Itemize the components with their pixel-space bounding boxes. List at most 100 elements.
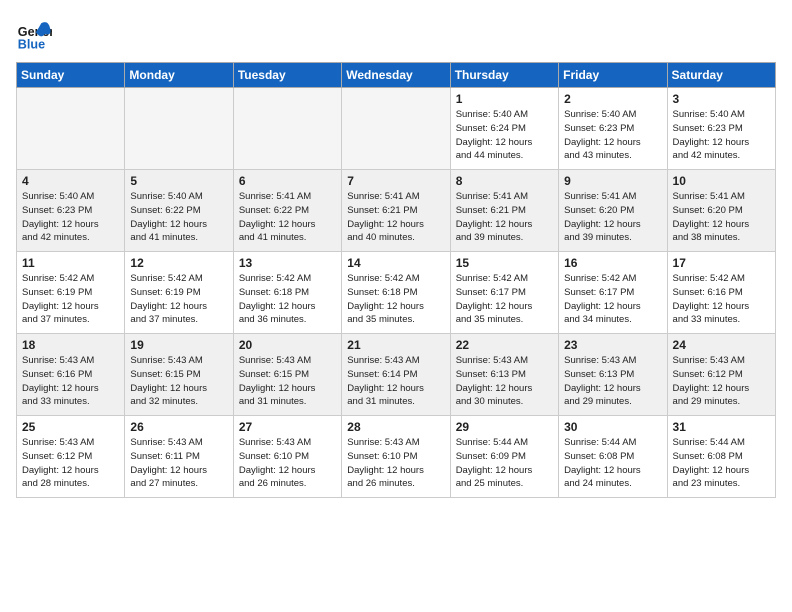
day-number: 26	[130, 420, 227, 434]
calendar-cell	[17, 88, 125, 170]
day-info: Sunrise: 5:43 AMSunset: 6:12 PMDaylight:…	[22, 436, 119, 491]
col-header-wednesday: Wednesday	[342, 63, 450, 88]
calendar-cell: 21 Sunrise: 5:43 AMSunset: 6:14 PMDayligh…	[342, 334, 450, 416]
calendar-cell	[342, 88, 450, 170]
day-number: 14	[347, 256, 444, 270]
day-info: Sunrise: 5:41 AMSunset: 6:22 PMDaylight:…	[239, 190, 336, 245]
day-info: Sunrise: 5:40 AMSunset: 6:23 PMDaylight:…	[22, 190, 119, 245]
calendar-cell: 17 Sunrise: 5:42 AMSunset: 6:16 PMDayligh…	[667, 252, 775, 334]
day-number: 11	[22, 256, 119, 270]
calendar-cell: 18 Sunrise: 5:43 AMSunset: 6:16 PMDayligh…	[17, 334, 125, 416]
logo-icon: General Blue	[16, 16, 52, 52]
day-number: 27	[239, 420, 336, 434]
col-header-tuesday: Tuesday	[233, 63, 341, 88]
svg-text:Blue: Blue	[18, 37, 45, 51]
col-header-thursday: Thursday	[450, 63, 558, 88]
day-info: Sunrise: 5:44 AMSunset: 6:08 PMDaylight:…	[673, 436, 770, 491]
calendar-cell: 15 Sunrise: 5:42 AMSunset: 6:17 PMDayligh…	[450, 252, 558, 334]
day-info: Sunrise: 5:43 AMSunset: 6:16 PMDaylight:…	[22, 354, 119, 409]
calendar-cell	[233, 88, 341, 170]
calendar-cell: 26 Sunrise: 5:43 AMSunset: 6:11 PMDayligh…	[125, 416, 233, 498]
day-info: Sunrise: 5:40 AMSunset: 6:23 PMDaylight:…	[564, 108, 661, 163]
day-info: Sunrise: 5:42 AMSunset: 6:18 PMDaylight:…	[347, 272, 444, 327]
day-number: 16	[564, 256, 661, 270]
calendar-cell: 14 Sunrise: 5:42 AMSunset: 6:18 PMDayligh…	[342, 252, 450, 334]
calendar-cell: 4 Sunrise: 5:40 AMSunset: 6:23 PMDaylight…	[17, 170, 125, 252]
page-header: General Blue	[16, 16, 776, 52]
calendar-cell: 16 Sunrise: 5:42 AMSunset: 6:17 PMDayligh…	[559, 252, 667, 334]
calendar-cell: 2 Sunrise: 5:40 AMSunset: 6:23 PMDaylight…	[559, 88, 667, 170]
logo: General Blue	[16, 16, 52, 52]
calendar-cell: 1 Sunrise: 5:40 AMSunset: 6:24 PMDaylight…	[450, 88, 558, 170]
day-info: Sunrise: 5:43 AMSunset: 6:14 PMDaylight:…	[347, 354, 444, 409]
day-info: Sunrise: 5:41 AMSunset: 6:21 PMDaylight:…	[456, 190, 553, 245]
calendar-cell: 12 Sunrise: 5:42 AMSunset: 6:19 PMDayligh…	[125, 252, 233, 334]
day-info: Sunrise: 5:42 AMSunset: 6:17 PMDaylight:…	[564, 272, 661, 327]
day-number: 4	[22, 174, 119, 188]
day-info: Sunrise: 5:42 AMSunset: 6:16 PMDaylight:…	[673, 272, 770, 327]
calendar-cell: 23 Sunrise: 5:43 AMSunset: 6:13 PMDayligh…	[559, 334, 667, 416]
day-info: Sunrise: 5:43 AMSunset: 6:13 PMDaylight:…	[564, 354, 661, 409]
day-number: 2	[564, 92, 661, 106]
day-info: Sunrise: 5:43 AMSunset: 6:10 PMDaylight:…	[239, 436, 336, 491]
day-info: Sunrise: 5:44 AMSunset: 6:08 PMDaylight:…	[564, 436, 661, 491]
col-header-saturday: Saturday	[667, 63, 775, 88]
day-info: Sunrise: 5:44 AMSunset: 6:09 PMDaylight:…	[456, 436, 553, 491]
calendar-cell: 8 Sunrise: 5:41 AMSunset: 6:21 PMDaylight…	[450, 170, 558, 252]
day-number: 7	[347, 174, 444, 188]
day-info: Sunrise: 5:42 AMSunset: 6:19 PMDaylight:…	[130, 272, 227, 327]
col-header-friday: Friday	[559, 63, 667, 88]
calendar-cell: 3Sunrise: 5:40 AMSunset: 6:23 PMDaylight…	[667, 88, 775, 170]
day-info: Sunrise: 5:42 AMSunset: 6:18 PMDaylight:…	[239, 272, 336, 327]
day-info: Sunrise: 5:40 AMSunset: 6:23 PMDaylight:…	[673, 108, 770, 163]
day-info: Sunrise: 5:41 AMSunset: 6:20 PMDaylight:…	[564, 190, 661, 245]
day-number: 24	[673, 338, 770, 352]
day-number: 23	[564, 338, 661, 352]
day-info: Sunrise: 5:43 AMSunset: 6:12 PMDaylight:…	[673, 354, 770, 409]
day-number: 6	[239, 174, 336, 188]
calendar-cell: 25 Sunrise: 5:43 AMSunset: 6:12 PMDayligh…	[17, 416, 125, 498]
calendar-cell: 20Sunrise: 5:43 AMSunset: 6:15 PMDayligh…	[233, 334, 341, 416]
day-number: 9	[564, 174, 661, 188]
day-number: 18	[22, 338, 119, 352]
calendar-cell: 9 Sunrise: 5:41 AMSunset: 6:20 PMDaylight…	[559, 170, 667, 252]
day-number: 5	[130, 174, 227, 188]
day-number: 10	[673, 174, 770, 188]
calendar-cell: 7 Sunrise: 5:41 AMSunset: 6:21 PMDaylight…	[342, 170, 450, 252]
calendar-cell: 10 Sunrise: 5:41 AMSunset: 6:20 PMDayligh…	[667, 170, 775, 252]
calendar-cell: 30Sunrise: 5:44 AMSunset: 6:08 PMDayligh…	[559, 416, 667, 498]
day-info: Sunrise: 5:42 AMSunset: 6:19 PMDaylight:…	[22, 272, 119, 327]
day-number: 25	[22, 420, 119, 434]
calendar-cell: 6 Sunrise: 5:41 AMSunset: 6:22 PMDaylight…	[233, 170, 341, 252]
day-info: Sunrise: 5:43 AMSunset: 6:10 PMDaylight:…	[347, 436, 444, 491]
day-number: 31	[673, 420, 770, 434]
calendar-cell: 31 Sunrise: 5:44 AMSunset: 6:08 PMDayligh…	[667, 416, 775, 498]
calendar-cell: 19 Sunrise: 5:43 AMSunset: 6:15 PMDayligh…	[125, 334, 233, 416]
calendar-cell: 22Sunrise: 5:43 AMSunset: 6:13 PMDayligh…	[450, 334, 558, 416]
day-number: 29	[456, 420, 553, 434]
calendar-cell: 11 Sunrise: 5:42 AMSunset: 6:19 PMDayligh…	[17, 252, 125, 334]
day-number: 8	[456, 174, 553, 188]
calendar-cell: 28Sunrise: 5:43 AMSunset: 6:10 PMDayligh…	[342, 416, 450, 498]
day-number: 17	[673, 256, 770, 270]
day-number: 1	[456, 92, 553, 106]
day-number: 19	[130, 338, 227, 352]
day-info: Sunrise: 5:40 AMSunset: 6:22 PMDaylight:…	[130, 190, 227, 245]
day-info: Sunrise: 5:41 AMSunset: 6:21 PMDaylight:…	[347, 190, 444, 245]
calendar-cell: 5 Sunrise: 5:40 AMSunset: 6:22 PMDaylight…	[125, 170, 233, 252]
day-number: 20	[239, 338, 336, 352]
day-info: Sunrise: 5:40 AMSunset: 6:24 PMDaylight:…	[456, 108, 553, 163]
day-number: 15	[456, 256, 553, 270]
calendar-cell: 13 Sunrise: 5:42 AMSunset: 6:18 PMDayligh…	[233, 252, 341, 334]
col-header-monday: Monday	[125, 63, 233, 88]
day-number: 13	[239, 256, 336, 270]
day-info: Sunrise: 5:41 AMSunset: 6:20 PMDaylight:…	[673, 190, 770, 245]
day-info: Sunrise: 5:43 AMSunset: 6:11 PMDaylight:…	[130, 436, 227, 491]
day-info: Sunrise: 5:43 AMSunset: 6:15 PMDaylight:…	[130, 354, 227, 409]
day-info: Sunrise: 5:43 AMSunset: 6:13 PMDaylight:…	[456, 354, 553, 409]
calendar-cell: 29 Sunrise: 5:44 AMSunset: 6:09 PMDayligh…	[450, 416, 558, 498]
day-number: 21	[347, 338, 444, 352]
calendar-table: SundayMondayTuesdayWednesdayThursdayFrid…	[16, 62, 776, 498]
day-info: Sunrise: 5:42 AMSunset: 6:17 PMDaylight:…	[456, 272, 553, 327]
day-number: 12	[130, 256, 227, 270]
